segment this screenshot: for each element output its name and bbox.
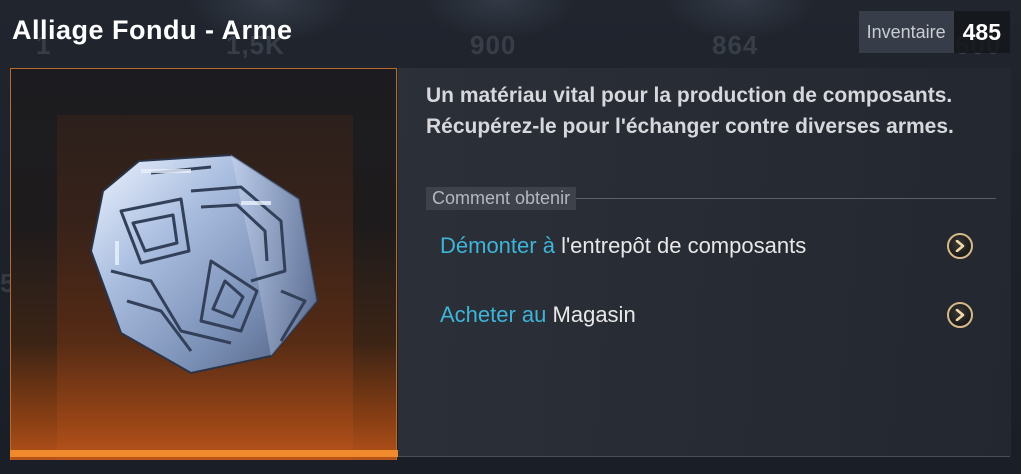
details-panel: Un matériau vital pour la production de … xyxy=(398,68,1011,456)
source-label: Démonter à l'entrepôt de composants xyxy=(440,233,806,259)
chevron-right-icon xyxy=(955,240,965,252)
rarity-bar xyxy=(10,450,398,457)
divider xyxy=(398,456,1010,457)
inventory-count: 485 xyxy=(953,11,1010,53)
item-preview-panel xyxy=(10,68,397,460)
source-shop[interactable]: Acheter au Magasin xyxy=(440,295,973,335)
source-place: Magasin xyxy=(546,302,636,327)
source-dismantle[interactable]: Démonter à l'entrepôt de composants xyxy=(440,226,973,266)
go-button[interactable] xyxy=(947,233,973,259)
inventory-label: Inventaire xyxy=(858,11,954,53)
source-label: Acheter au Magasin xyxy=(440,302,636,328)
source-action: Acheter au xyxy=(440,302,547,327)
inventory-counter: Inventaire 485 xyxy=(858,11,1010,53)
background-number: 864 xyxy=(712,30,759,60)
divider xyxy=(576,197,996,199)
source-action: Démonter à xyxy=(440,233,555,258)
background-number: 900 xyxy=(470,30,517,60)
go-button[interactable] xyxy=(947,302,973,328)
chevron-right-icon xyxy=(955,309,965,321)
item-description: Un matériau vital pour la production de … xyxy=(426,84,954,138)
molten-alloy-cube-icon xyxy=(89,153,319,375)
source-place: l'entrepôt de composants xyxy=(554,233,807,258)
obtain-section-header: Comment obtenir xyxy=(426,186,996,210)
obtain-section-label: Comment obtenir xyxy=(426,186,577,210)
item-title: Alliage Fondu - Arme xyxy=(12,15,293,45)
